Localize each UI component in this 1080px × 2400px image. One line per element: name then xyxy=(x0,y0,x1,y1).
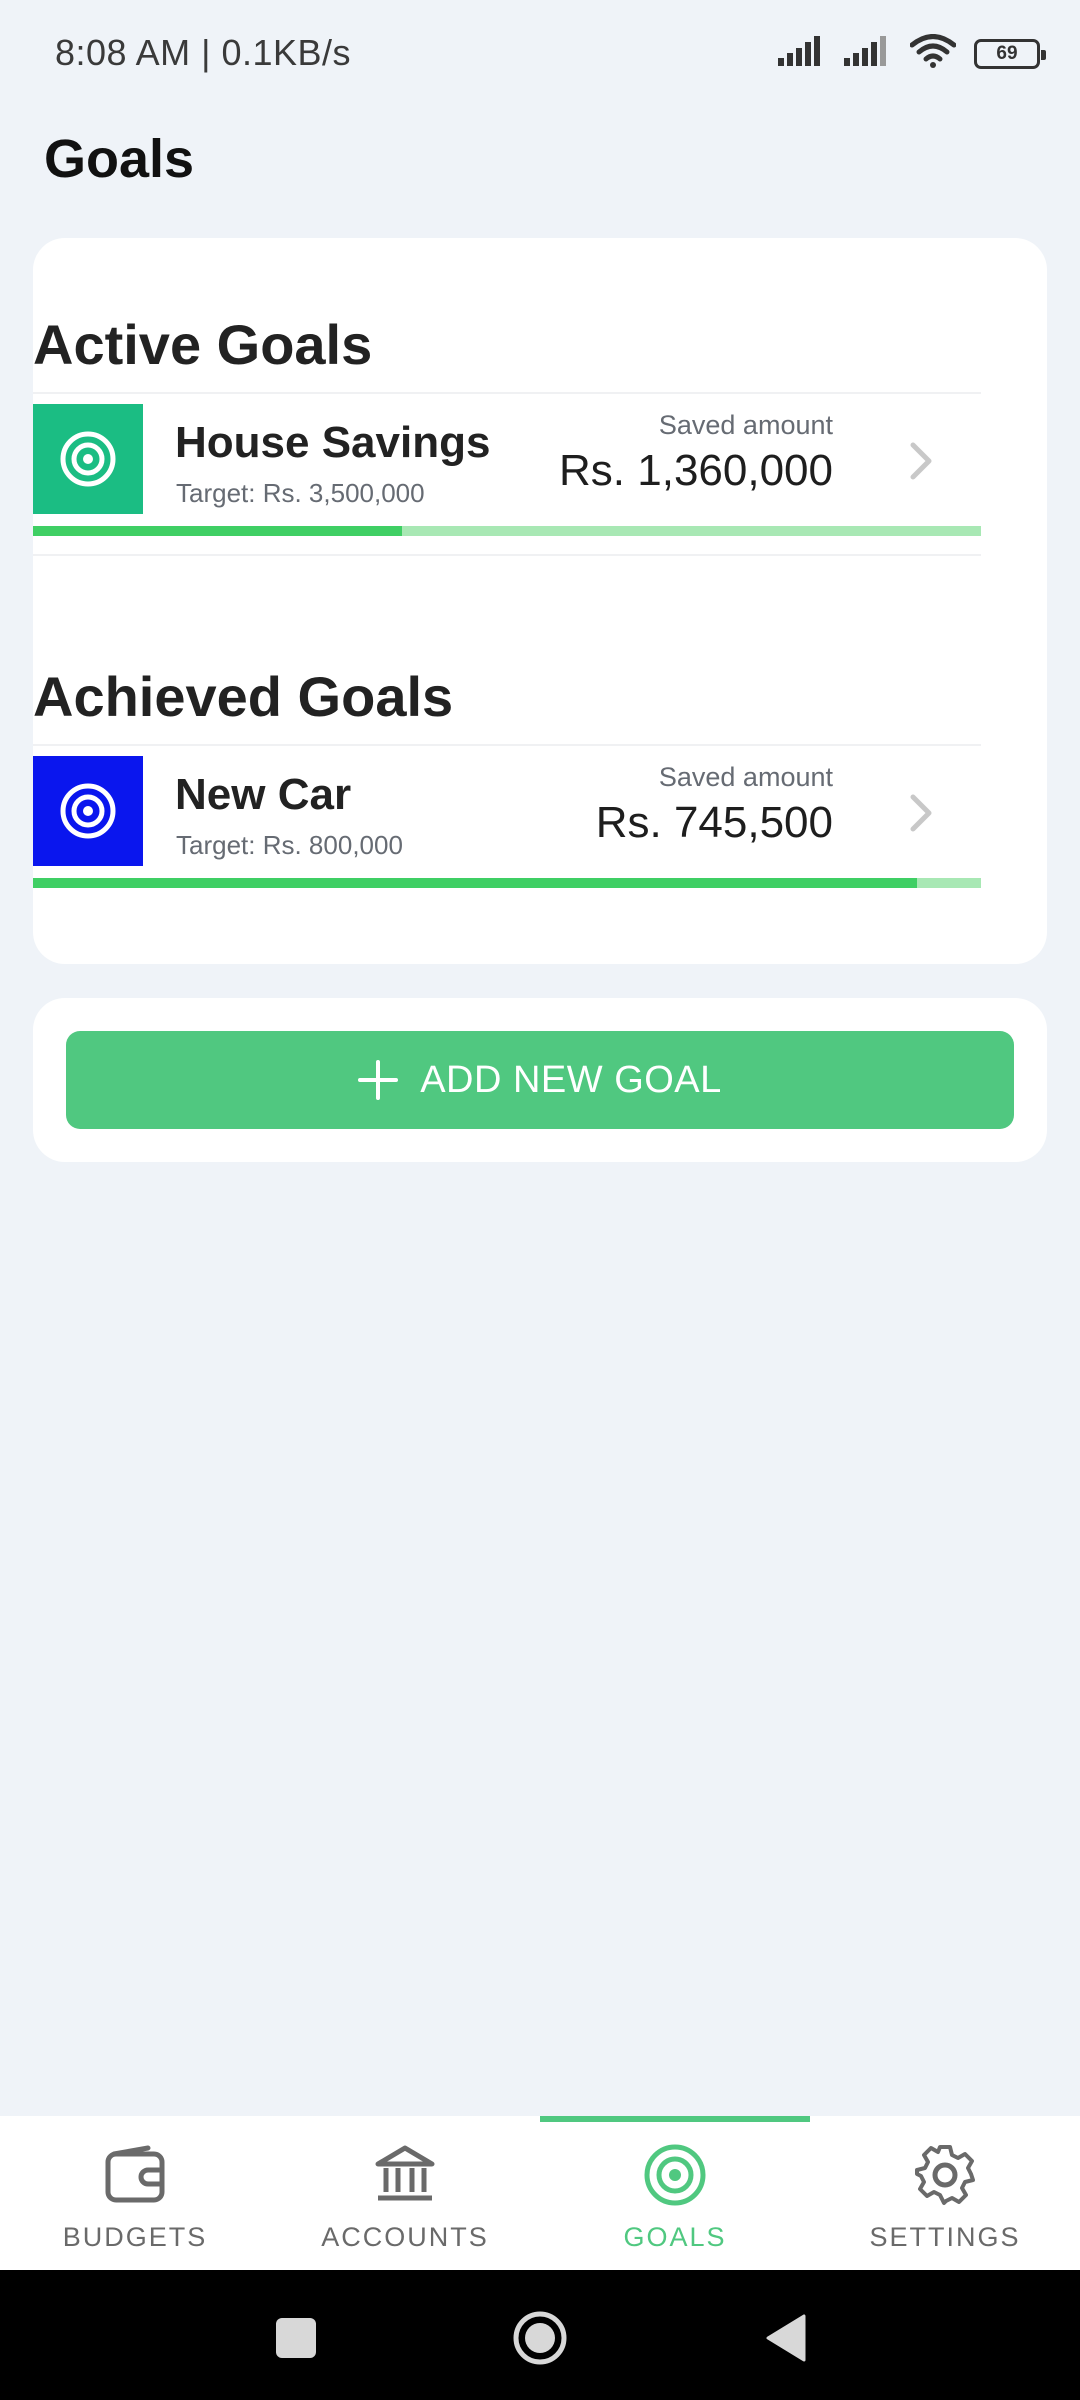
system-nav-bar xyxy=(0,2270,1080,2400)
saved-amount-value: Rs. 1,360,000 xyxy=(559,446,833,495)
wifi-icon xyxy=(909,34,957,73)
saved-amount-value: Rs. 745,500 xyxy=(595,798,833,847)
nav-item-settings[interactable]: SETTINGS xyxy=(810,2116,1080,2270)
active-goals-title: Active Goals xyxy=(33,313,373,376)
nav-item-accounts[interactable]: ACCOUNTS xyxy=(270,2116,540,2270)
battery-icon: 69 xyxy=(974,38,1046,69)
goal-target: Target: Rs. 800,000 xyxy=(176,830,403,860)
goal-name: House Savings xyxy=(175,418,491,467)
nav-label: SETTINGS xyxy=(869,2222,1021,2252)
gear-icon xyxy=(912,2142,978,2208)
signal-icon xyxy=(778,36,826,71)
add-new-goal-label: ADD NEW GOAL xyxy=(420,1058,722,1101)
chevron-right-icon[interactable] xyxy=(901,436,941,486)
page-title: Goals xyxy=(44,129,195,189)
battery-level: 69 xyxy=(996,42,1018,64)
goal-progress-bar xyxy=(33,526,981,536)
recents-icon[interactable] xyxy=(268,2310,324,2366)
goal-progress-bar xyxy=(33,878,981,888)
wallet-icon xyxy=(102,2142,168,2208)
goal-icon-box xyxy=(33,756,143,866)
home-icon[interactable] xyxy=(512,2310,568,2366)
saved-amount-label: Saved amount xyxy=(658,762,833,792)
goal-progress-fill xyxy=(33,526,402,536)
goal-progress-fill xyxy=(33,878,917,888)
signal-icon xyxy=(844,36,892,71)
saved-amount-label: Saved amount xyxy=(658,410,833,440)
target-icon xyxy=(642,2142,708,2208)
nav-label: ACCOUNTS xyxy=(321,2222,489,2252)
status-time: 8:08 AM | 0.1KB/s xyxy=(55,32,352,73)
goal-icon-box xyxy=(33,404,143,514)
nav-item-goals[interactable]: GOALS xyxy=(540,2116,810,2270)
status-icons: 69 xyxy=(778,34,1046,73)
nav-item-budgets[interactable]: BUDGETS xyxy=(0,2116,270,2270)
nav-label: BUDGETS xyxy=(62,2222,208,2252)
status-bar: 8:08 AM | 0.1KB/s 69 xyxy=(0,0,1080,110)
goal-name: New Car xyxy=(175,770,352,819)
target-icon xyxy=(60,783,116,839)
nav-label: GOALS xyxy=(623,2222,727,2252)
plus-icon xyxy=(358,1060,399,1100)
goal-target: Target: Rs. 3,500,000 xyxy=(176,478,425,508)
add-goal-card: ADD NEW GOAL xyxy=(33,998,1047,1162)
target-icon xyxy=(60,431,116,487)
add-new-goal-button[interactable]: ADD NEW GOAL xyxy=(66,1031,1014,1129)
goal-row-house-savings[interactable]: House Savings Target: Rs. 3,500,000 Save… xyxy=(33,392,981,556)
achieved-goals-title: Achieved Goals xyxy=(33,665,454,728)
bank-icon xyxy=(372,2142,438,2208)
back-icon[interactable] xyxy=(758,2310,814,2366)
chevron-right-icon[interactable] xyxy=(901,788,941,838)
bottom-nav: BUDGETS ACCOUNTS GOALS SETTINGS xyxy=(0,2116,1080,2270)
goal-row-new-car[interactable]: New Car Target: Rs. 800,000 Saved amount… xyxy=(33,744,981,908)
